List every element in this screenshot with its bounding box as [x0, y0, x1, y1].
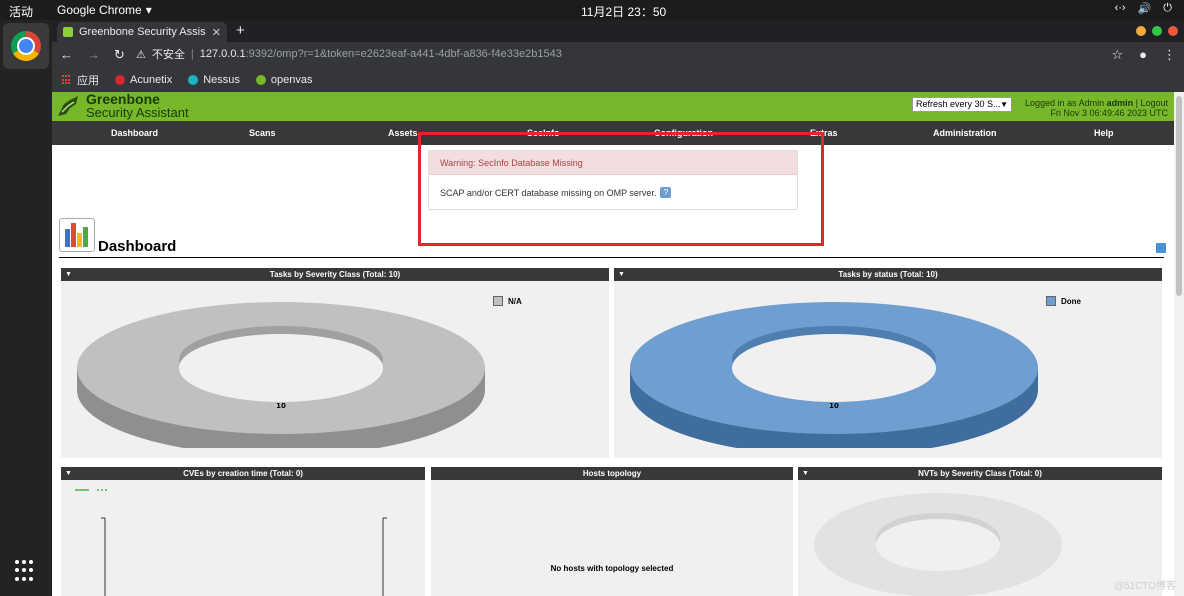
bookmark-apps[interactable]: 应用 [62, 72, 99, 88]
panel-nvts-severity: ▼ NVTs by Severity Class (Total: 0) [798, 467, 1162, 596]
browser-window: Greenbone Security Assis ✕ + ← → ↻ ⚠ 不安全… [52, 20, 1184, 596]
server-datetime: Fri Nov 3 06:49:46 2023 UTC [1050, 108, 1168, 118]
user-role: Admin [1078, 98, 1105, 108]
collapse-icon[interactable]: ▼ [802, 467, 809, 480]
forward-icon[interactable]: → [87, 47, 100, 63]
panel-tasks-status: ▼ Tasks by status (Total: 10) 10 Done [614, 268, 1162, 458]
panel-header[interactable]: Hosts topology [431, 467, 793, 480]
os-top-bar: 活动 Google Chrome ▾ 11月2日 23：50 ‹·› 🔊 ⏻ [0, 0, 1184, 20]
url-host: 127.0.0.1 [199, 48, 246, 60]
watermark: @51CTO博客 [1113, 581, 1176, 592]
gsa-header: Greenbone Security Assistant Refresh eve… [52, 92, 1174, 121]
annotation-highlight [418, 132, 824, 246]
donut-chart-nvts[interactable] [810, 493, 1066, 596]
gsa-title: Greenbone Security Assistant [86, 92, 189, 120]
panel-header[interactable]: ▼ Tasks by Severity Class (Total: 10) [61, 268, 609, 281]
reload-icon[interactable]: ↻ [114, 47, 125, 63]
panel-header[interactable]: ▼ NVTs by Severity Class (Total: 0) [798, 467, 1162, 480]
nessus-icon [188, 75, 199, 85]
page-title: Dashboard [98, 238, 177, 255]
window-controls [1136, 26, 1178, 36]
insecure-label: 不安全 [151, 49, 185, 61]
bookmark-acunetix[interactable]: Acunetix [115, 74, 172, 86]
chrome-icon [11, 31, 41, 61]
edit-dashboard-icon[interactable] [1156, 243, 1166, 253]
clock[interactable]: 11月2日 23：50 [581, 3, 666, 20]
greenbone-favicon-icon [63, 27, 73, 37]
slice-value-label: 10 [829, 402, 839, 410]
minimize-button[interactable] [1136, 26, 1146, 36]
nav-administration[interactable]: Administration [933, 128, 997, 138]
close-window-button[interactable] [1168, 26, 1178, 36]
title-divider [59, 257, 1164, 258]
app-menu[interactable]: Google Chrome ▾ [57, 3, 152, 17]
show-apps-icon[interactable] [15, 560, 37, 582]
panel-cves: ▼ CVEs by creation time (Total: 0) [61, 467, 425, 596]
tab-greenbone[interactable]: Greenbone Security Assis ✕ [57, 22, 227, 42]
account-icon[interactable]: ● [1139, 47, 1147, 63]
menu-icon[interactable]: ⋮ [1163, 47, 1176, 63]
star-icon[interactable]: ☆ [1111, 47, 1123, 63]
maximize-button[interactable] [1152, 26, 1162, 36]
nav-help[interactable]: Help [1094, 128, 1114, 138]
nav-scans[interactable]: Scans [249, 128, 276, 138]
new-tab-button[interactable]: + [236, 22, 245, 39]
nav-assets[interactable]: Assets [388, 128, 418, 138]
panel-header[interactable]: ▼ Tasks by status (Total: 10) [614, 268, 1162, 281]
empty-state-message: No hosts with topology selected [550, 564, 674, 573]
dashboard-chart-icon [59, 218, 95, 252]
collapse-icon[interactable]: ▼ [65, 268, 72, 281]
collapse-icon[interactable]: ▼ [618, 268, 625, 281]
legend-item: N/A [493, 296, 522, 306]
tab-strip: Greenbone Security Assis ✕ + [52, 20, 1184, 42]
donut-chart-severity[interactable]: 10 [73, 298, 489, 448]
dock-chrome[interactable] [3, 23, 49, 69]
login-info: Logged in as Admin admin | Logout Fri No… [1025, 98, 1168, 118]
back-icon[interactable]: ← [60, 47, 73, 63]
panel-hosts-topology: Hosts topology No hosts with topology se… [431, 467, 793, 596]
scrollbar-thumb[interactable] [1176, 96, 1182, 296]
nav-dashboard[interactable]: Dashboard [111, 128, 158, 138]
slice-value-label: 10 [276, 402, 286, 410]
warning-icon: ⚠ [136, 48, 146, 61]
bookmark-openvas[interactable]: openvas [255, 74, 312, 86]
close-icon[interactable]: ✕ [212, 26, 221, 39]
page-scrollbar[interactable] [1174, 92, 1184, 596]
power-icon: ⏻ [1163, 2, 1172, 14]
legend-item: Done [1046, 296, 1081, 306]
greenbone-logo-icon[interactable] [56, 94, 82, 118]
panel-header[interactable]: ▼ CVEs by creation time (Total: 0) [61, 467, 425, 480]
dock [0, 20, 52, 596]
toolbar: ← → ↻ ⚠ 不安全 | 127.0.0.1:9392/omp?r=1&tok… [52, 42, 1184, 68]
acunetix-icon [115, 75, 125, 85]
bookmark-nessus[interactable]: Nessus [188, 74, 240, 86]
activities-button[interactable]: 活动 [9, 3, 33, 20]
collapse-icon[interactable]: ▼ [65, 467, 72, 480]
chevron-down-icon: ▼ [1000, 100, 1008, 109]
system-tray[interactable]: ‹·› 🔊 ⏻ [1115, 2, 1172, 15]
apps-grid-icon [62, 75, 72, 85]
line-chart-cves[interactable] [61, 480, 425, 596]
username-link[interactable]: admin [1107, 98, 1134, 108]
app-name: Google Chrome [57, 3, 142, 17]
page-content: Greenbone Security Assistant Refresh eve… [52, 92, 1184, 596]
refresh-select[interactable]: Refresh every 30 S... ▼ [912, 97, 1012, 112]
panel-tasks-severity: ▼ Tasks by Severity Class (Total: 10) 10… [61, 268, 609, 458]
chevron-down-icon: ▾ [145, 3, 152, 17]
network-icon: ‹·› [1114, 2, 1126, 14]
openvas-icon [255, 75, 266, 85]
volume-icon: 🔊 [1137, 3, 1152, 15]
logout-link[interactable]: Logout [1140, 98, 1168, 108]
url-path: :9392/omp?r=1&token=e2623eaf-a441-4dbf-a… [245, 48, 562, 60]
bookmarks-bar: 应用 Acunetix Nessus openvas [52, 68, 1184, 92]
address-bar[interactable]: ⚠ 不安全 | 127.0.0.1:9392/omp?r=1&token=e26… [136, 46, 562, 62]
tab-title: Greenbone Security Assis [79, 26, 206, 38]
donut-chart-status[interactable]: 10 [626, 298, 1042, 448]
